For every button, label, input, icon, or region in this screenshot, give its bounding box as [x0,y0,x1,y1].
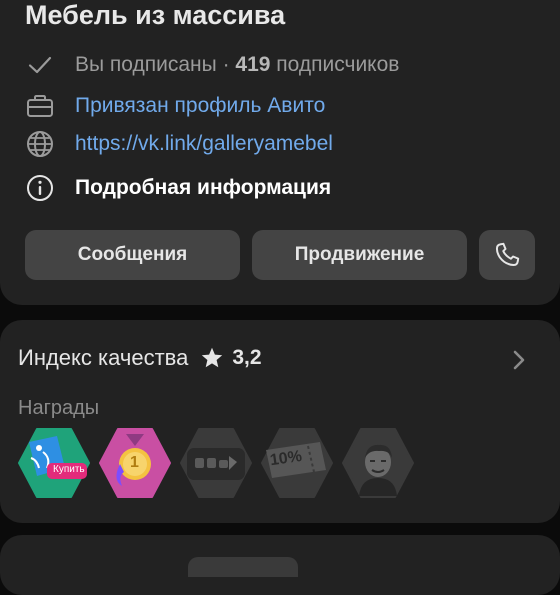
website-row[interactable]: https://vk.link/galleryamebel [25,129,333,159]
subscription-row: Вы подписаны · 419 подписчиков [25,50,399,80]
chevron-right-icon[interactable] [508,347,530,373]
check-icon [25,50,55,80]
promotion-button[interactable]: Продвижение [252,230,467,280]
star-icon [200,346,224,370]
awards-label: Награды [18,397,100,419]
award-badge-shop-text: Купить [53,464,85,475]
quality-index-label: Индекс качества [18,345,189,370]
call-button[interactable] [479,230,535,280]
page-title: Мебель из массива [25,0,286,30]
award-badge-discount[interactable]: 10% [260,428,334,498]
next-section-tab[interactable] [188,557,298,577]
award-badge-medal[interactable]: 1 [98,428,172,498]
next-section-card [0,535,560,595]
avito-profile-link[interactable]: Привязан профиль Авито [75,94,325,118]
award-badge-medal-text: 1 [130,454,139,471]
messages-button[interactable]: Сообщения [25,230,240,280]
briefcase-icon [25,91,55,121]
avito-row[interactable]: Привязан профиль Авито [25,91,325,121]
subscription-status: Вы подписаны · 419 подписчиков [75,53,400,76]
website-link[interactable]: https://vk.link/galleryamebel [75,132,333,156]
quality-index-row[interactable]: Индекс качества 3,2 [18,343,262,373]
subscribers-count: 419 [235,53,271,76]
details-link[interactable]: Подробная информация [75,176,331,200]
quality-rating: 3,2 [232,346,262,369]
details-row[interactable]: Подробная информация [25,173,331,203]
award-badge-shop[interactable]: Купить [17,428,91,498]
info-icon [25,173,55,203]
award-badge-avatar[interactable] [341,428,415,498]
globe-icon [25,129,55,159]
award-badge-locked-device[interactable] [179,428,253,498]
phone-icon [493,241,521,269]
